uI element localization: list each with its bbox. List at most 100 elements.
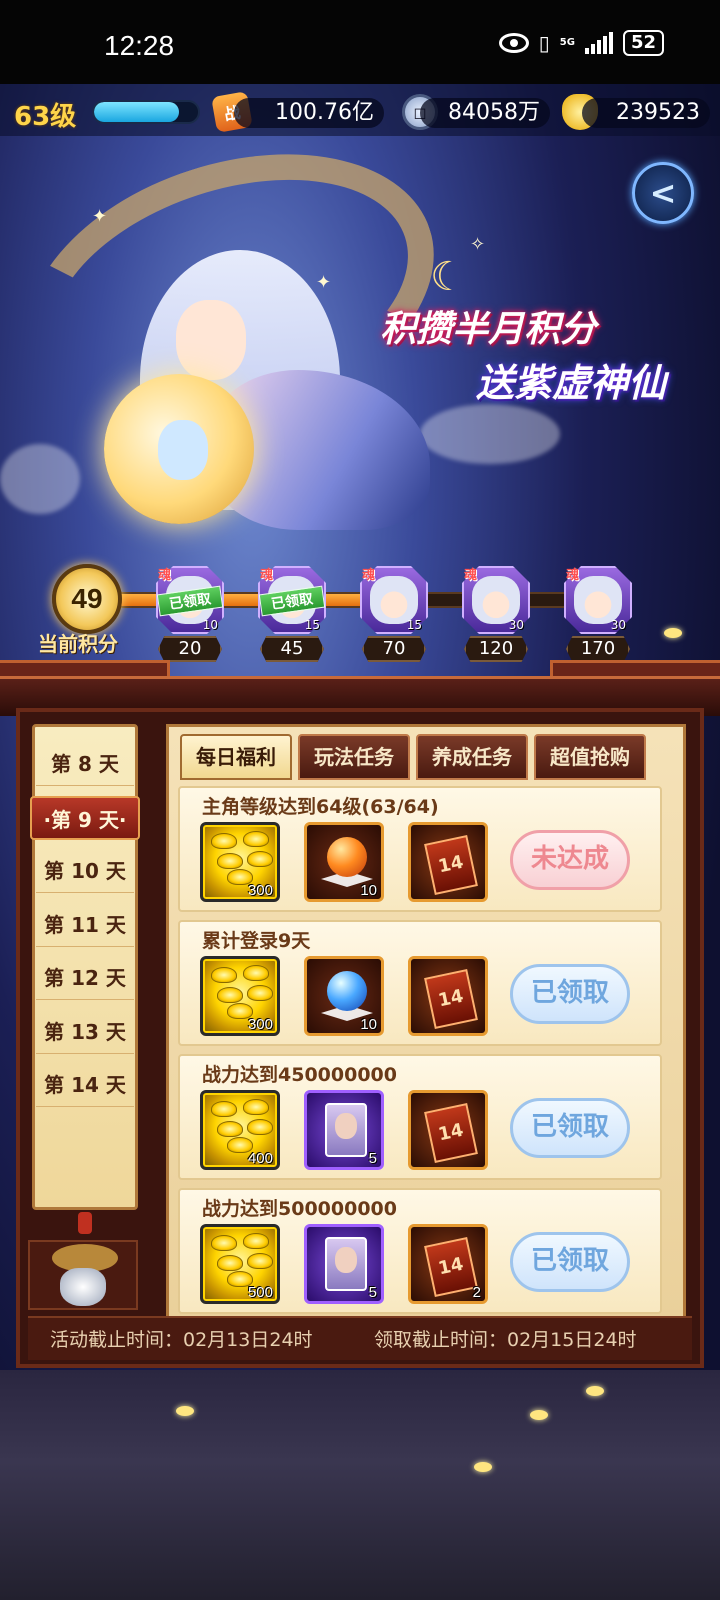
milestone-threshold: 120 (464, 636, 528, 662)
cloud-decoration (420, 404, 560, 464)
reward-item-card[interactable]: 5 (304, 1090, 384, 1170)
milestone-threshold: 170 (566, 636, 630, 662)
reward-quantity: 10 (360, 1016, 377, 1033)
activity-deadline: 活动截止时间：02月13日24时 (50, 1329, 313, 1351)
back-button[interactable]: < (632, 162, 694, 224)
reward-item-card[interactable]: 5 (304, 1224, 384, 1304)
reward-item-gold[interactable]: 300 (200, 956, 280, 1036)
claimed-button[interactable]: 已领取 (510, 1098, 630, 1158)
reward-item-ticket[interactable]: 14 (408, 822, 488, 902)
task-title: 主角等级达到64级(63/64) (202, 796, 439, 818)
reward-quantity: 10 (360, 882, 377, 899)
status-icons: ▯ 5G 52 (498, 30, 664, 56)
day-tab[interactable]: 第 8 天 (36, 742, 134, 786)
floor-platform (0, 1370, 720, 1600)
milestone-count: 15 (406, 618, 422, 632)
sparkle-icon (586, 1386, 604, 1396)
status-bar: 12:28 ▯ 5G 52 (0, 0, 720, 84)
milestone-threshold: 45 (260, 636, 324, 662)
reward-item-ticket[interactable]: 14 (408, 956, 488, 1036)
network-type-label: 5G (559, 37, 575, 48)
milestone-reward[interactable]: 魂 30 (462, 566, 530, 634)
soul-label: 魂 (260, 568, 274, 583)
milestone-reward[interactable]: 魂 15 已领取 (258, 566, 326, 634)
category-tab[interactable]: 玩法任务 (298, 734, 410, 780)
soul-label: 魂 (362, 568, 376, 583)
reward-item-gold[interactable]: 500 (200, 1224, 280, 1304)
task-title: 战力达到500000000 (202, 1198, 397, 1220)
battery-indicator: 52 (622, 30, 664, 56)
cloud-decoration (0, 444, 80, 514)
milestone-threshold: 70 (362, 636, 426, 662)
day-tab[interactable]: 第 14 天 (36, 1063, 134, 1107)
vibrate-icon: ▯ (538, 31, 550, 55)
sparkle-icon (664, 628, 682, 638)
crescent-moon-icon: ☾ (430, 254, 466, 300)
power-value: 100.76亿 (234, 98, 384, 128)
category-tab[interactable]: 超值抢购 (534, 734, 646, 780)
reward-item-gold[interactable]: 400 (200, 1090, 280, 1170)
hero-card-icon (325, 1237, 367, 1291)
soul-label: 魂 (566, 568, 580, 583)
character-portrait-icon (472, 576, 520, 624)
back-arrow-icon: < (649, 174, 677, 212)
player-level: 63级 (14, 102, 77, 132)
milestone-reward[interactable]: 魂 10 已领取 (156, 566, 224, 634)
sparkle-icon (176, 1406, 194, 1416)
current-score-label: 当前积分 (38, 632, 118, 656)
category-tab[interactable]: 每日福利 (180, 734, 292, 780)
status-time: 12:28 (104, 30, 175, 61)
score-progress-fill (112, 594, 370, 606)
coins-value[interactable]: 84058万 (420, 98, 550, 128)
task-title: 战力达到450000000 (202, 1064, 397, 1086)
banner-slogan-line1: 积攒半月积分 (380, 309, 597, 350)
reward-item-gold[interactable]: 300 (200, 822, 280, 902)
vase-icon (60, 1268, 106, 1306)
ticket-icon: 14 (424, 968, 478, 1030)
star-icon: ✦ (316, 272, 332, 293)
milestone-count: 30 (508, 618, 524, 632)
day-tab[interactable]: 第 10 天 (36, 849, 134, 893)
banner-slogan-line2: 送紫虚神仙 (476, 361, 667, 405)
day-tab[interactable]: 第 12 天 (36, 956, 134, 1000)
reward-item-orb-blue[interactable]: 10 (304, 956, 384, 1036)
milestone-count: 10 (202, 618, 218, 632)
ticket-icon: 14 (424, 1102, 478, 1164)
exp-bar-fill (94, 102, 180, 122)
task-title: 累计登录9天 (202, 930, 311, 952)
ticket-icon: 14 (424, 834, 478, 896)
reward-quantity: 400 (247, 1150, 273, 1167)
star-icon: ✧ (470, 234, 486, 255)
sparkle-icon (474, 1462, 492, 1472)
ticket-icon: 14 (424, 1236, 478, 1298)
day-tab[interactable]: 第 11 天 (36, 903, 134, 947)
sparkle-icon (530, 1410, 548, 1420)
soul-label: 魂 (464, 568, 478, 583)
character-face (176, 300, 246, 380)
not-reached-button[interactable]: 未达成 (510, 830, 630, 890)
day-tab[interactable]: 第 13 天 (36, 1010, 134, 1054)
claimed-button[interactable]: 已领取 (510, 964, 630, 1024)
signal-icon (584, 32, 613, 54)
reward-quantity: 300 (247, 1016, 273, 1033)
day-tab[interactable]: ·第 9 天· (30, 795, 140, 840)
current-score-badge: 49 (52, 564, 122, 634)
reward-item-orb-red[interactable]: 10 (304, 822, 384, 902)
claimed-button[interactable]: 已领取 (510, 1232, 630, 1292)
reward-item-ticket[interactable]: 14 (408, 1090, 488, 1170)
tassel-decoration (78, 1212, 92, 1234)
milestone-threshold: 20 (158, 636, 222, 662)
milestone-reward[interactable]: 魂 15 (360, 566, 428, 634)
reward-quantity: 300 (247, 882, 273, 899)
gold-value[interactable]: 239523 (582, 98, 710, 128)
reward-item-ticket[interactable]: 14 2 (408, 1224, 488, 1304)
milestone-count: 15 (304, 618, 320, 632)
reward-quantity: 2 (472, 1284, 481, 1301)
reward-quantity: 500 (247, 1284, 273, 1301)
deadline-footer: 活动截止时间：02月13日24时 领取截止时间：02月15日24时 (28, 1316, 692, 1360)
milestone-reward[interactable]: 魂 30 (564, 566, 632, 634)
category-tab[interactable]: 养成任务 (416, 734, 528, 780)
exp-bar (92, 100, 200, 124)
reward-quantity: 5 (368, 1150, 377, 1167)
eye-comfort-icon (498, 33, 529, 53)
